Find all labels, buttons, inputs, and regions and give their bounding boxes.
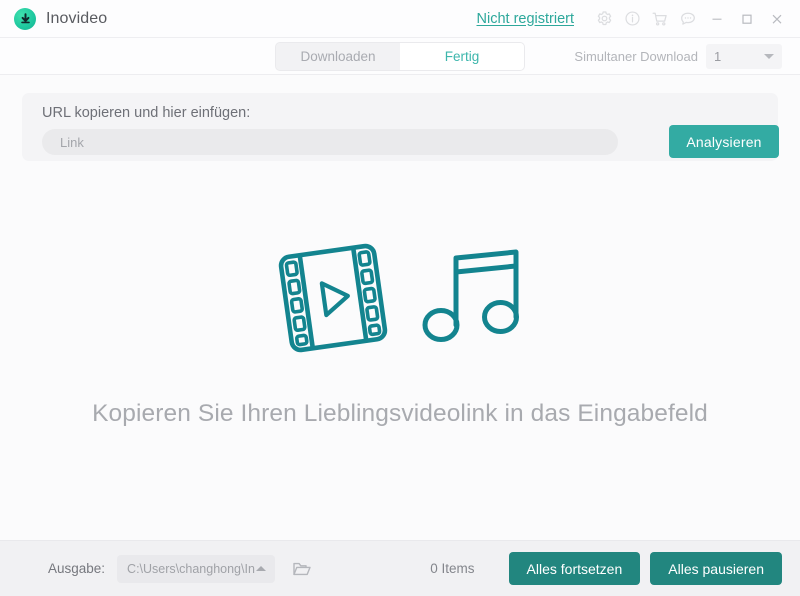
items-count: 0 Items (430, 561, 475, 576)
analyze-button[interactable]: Analysieren (669, 125, 779, 158)
folder-open-icon[interactable] (287, 554, 317, 584)
app-title: Inovideo (46, 9, 108, 27)
simultaneous-download-value: 1 (714, 48, 722, 64)
resume-all-button[interactable]: Alles fortsetzen (508, 552, 641, 585)
download-circle-logo (14, 7, 36, 30)
tab-group: Downloaden Fertig (276, 42, 524, 70)
simultaneous-download-select[interactable]: 1 (706, 43, 782, 69)
tabbar: Downloaden Fertig Simultaner Download 1 (0, 38, 800, 75)
music-note-icon (412, 239, 530, 362)
url-input-row (42, 129, 760, 155)
output-label: Ausgabe: (48, 561, 106, 576)
minimize-button[interactable] (702, 5, 732, 33)
info-icon[interactable] (618, 5, 646, 33)
titlebar: Inovideo Nicht registriert (0, 0, 800, 38)
cart-icon[interactable] (646, 5, 674, 33)
register-link[interactable]: Nicht registriert (477, 11, 575, 27)
maximize-button[interactable] (732, 5, 762, 33)
url-panel-label: URL kopieren und hier einfügen: (42, 105, 251, 121)
simultaneous-download-control: Simultaner Download 1 (574, 38, 782, 74)
film-strip-icon (270, 235, 396, 366)
chevron-down-icon (764, 53, 774, 59)
feedback-icon[interactable] (674, 5, 702, 33)
pause-all-button[interactable]: Alles pausieren (650, 552, 782, 585)
output-path-value: C:\Users\changhong\In (127, 561, 255, 576)
gear-icon[interactable] (590, 5, 618, 33)
tab-downloaden[interactable]: Downloaden (276, 42, 400, 70)
app-window: Inovideo Nicht registriert Downloaden Fe… (0, 0, 800, 596)
url-panel: URL kopieren und hier einfügen: Analysie… (22, 93, 779, 161)
empty-state: Kopieren Sie Ihren Lieblingsvideolink in… (0, 161, 800, 540)
close-button[interactable] (762, 5, 792, 33)
bottombar: Ausgabe: C:\Users\changhong\In 0 Items A… (0, 540, 800, 596)
output-path-select[interactable]: C:\Users\changhong\In (117, 554, 276, 583)
url-input[interactable] (42, 129, 618, 155)
empty-state-artwork (270, 235, 530, 366)
simultaneous-download-label: Simultaner Download (574, 48, 698, 64)
empty-state-message: Kopieren Sie Ihren Lieblingsvideolink in… (92, 400, 708, 427)
tab-fertig[interactable]: Fertig (400, 42, 524, 70)
chevron-up-icon (256, 566, 267, 571)
